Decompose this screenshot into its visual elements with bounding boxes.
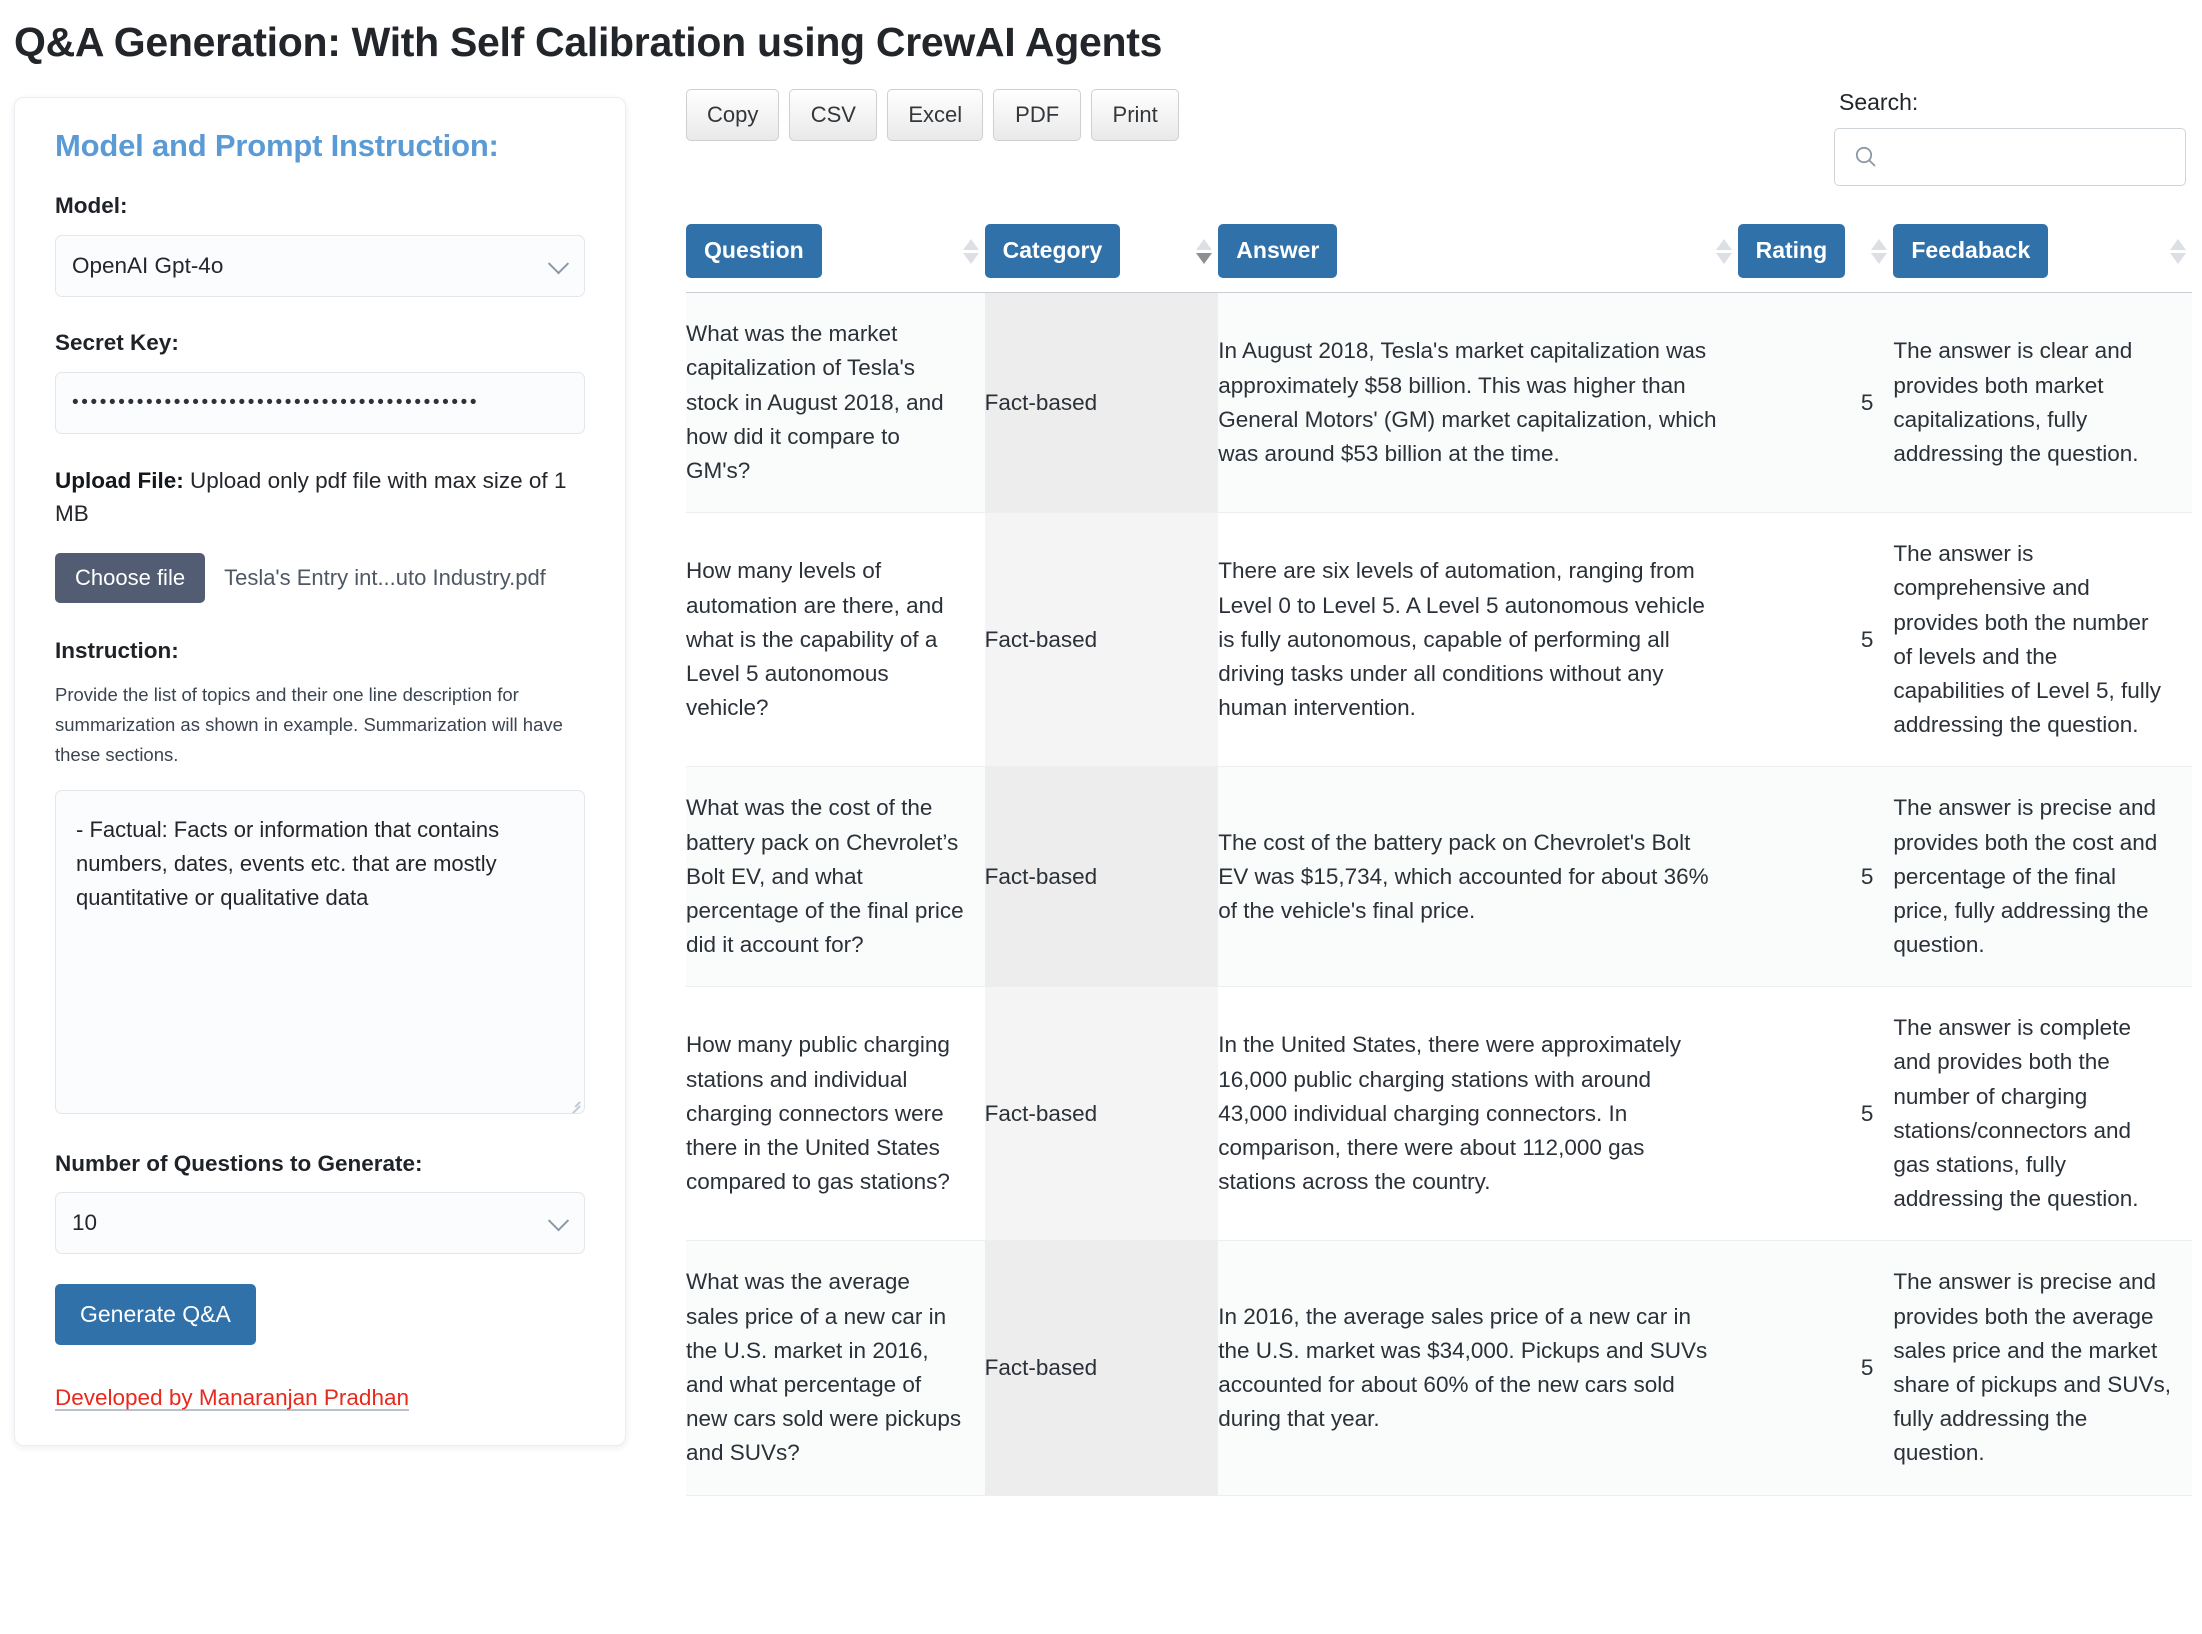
upload-file-label: Upload File: (55, 467, 184, 493)
cell-answer: In the United States, there were approxi… (1218, 986, 1738, 1242)
excel-button[interactable]: Excel (887, 89, 984, 142)
model-label: Model: (55, 193, 128, 219)
sort-arrows-answer-icon[interactable] (1715, 238, 1732, 264)
column-header-feedback[interactable]: Feedaback (1893, 224, 2192, 294)
uploaded-file-name: Tesla's Entry int...uto Industry.pdf (224, 565, 546, 591)
cell-rating: 5 (1737, 766, 1894, 988)
cell-category: Fact-based (984, 986, 1219, 1242)
chevron-down-icon (547, 253, 570, 275)
column-header-rating-label: Rating (1737, 224, 1846, 279)
developer-credit-link[interactable]: Developed by Manaranjan Pradhan (55, 1385, 409, 1411)
instruction-help-text: Provide the list of topics and their one… (55, 683, 563, 765)
number-of-questions-label: Number of Questions to Generate: (55, 1150, 423, 1176)
export-buttons-group: Copy CSV Excel PDF Print (686, 89, 1180, 142)
column-header-category[interactable]: Category (984, 224, 1219, 294)
cell-feedback: The answer is precise and provides both … (1893, 766, 2192, 988)
cell-question: How many public charging stations and in… (686, 986, 985, 1242)
cell-category: Fact-based (984, 1240, 1219, 1496)
column-header-rating[interactable]: Rating (1737, 224, 1894, 294)
cell-category: Fact-based (984, 512, 1219, 768)
sort-arrows-feedback-icon[interactable] (2170, 238, 2186, 264)
cell-category: Fact-based (984, 292, 1219, 514)
column-header-question-label: Question (686, 224, 822, 279)
results-panel: Copy CSV Excel PDF Print Search: Questio… (626, 69, 2202, 1496)
table-header-row: Question Category Answer Rating Feedabac… (686, 224, 2192, 294)
choose-file-button[interactable]: Choose file (55, 553, 206, 604)
secret-key-field[interactable]: ••••••••••••••••••••••••••••••••••••••••… (55, 371, 585, 434)
sort-arrows-category-icon[interactable] (1196, 238, 1213, 264)
cell-rating: 5 (1737, 512, 1894, 768)
generate-qa-button[interactable]: Generate Q&A (55, 1284, 256, 1346)
instruction-textarea[interactable]: - Factual: Facts or information that con… (55, 789, 585, 1114)
table-row: How many levels of automation are there,… (686, 512, 2192, 768)
cell-answer: There are six levels of automation, rang… (1218, 512, 1738, 768)
file-upload-row: Choose file Tesla's Entry int...uto Indu… (55, 553, 585, 604)
table-row: How many public charging stations and in… (686, 986, 2192, 1242)
cell-category: Fact-based (984, 766, 1219, 988)
instruction-textarea-value: - Factual: Facts or information that con… (76, 816, 500, 911)
column-header-answer-label: Answer (1218, 224, 1338, 279)
model-select-value: OpenAI Gpt-4o (72, 252, 224, 278)
table-row: What was the average sales price of a ne… (686, 1240, 2192, 1496)
secret-key-value: ••••••••••••••••••••••••••••••••••••••••… (72, 392, 480, 414)
pdf-button[interactable]: PDF (993, 89, 1082, 142)
number-of-questions-value: 10 (72, 1210, 98, 1236)
cell-answer: The cost of the battery pack on Chevrole… (1218, 766, 1738, 988)
cell-question: What was the average sales price of a ne… (686, 1240, 985, 1496)
resize-handle-icon[interactable] (566, 1095, 580, 1109)
secret-key-label: Secret Key: (55, 329, 179, 355)
page-title: Q&A Generation: With Self Calibration us… (14, 19, 1163, 65)
cell-question: What was the cost of the battery pack on… (686, 766, 985, 988)
table-row: What was the market capitalization of Te… (686, 292, 2192, 514)
table-row: What was the cost of the battery pack on… (686, 766, 2192, 988)
column-header-feedback-label: Feedaback (1893, 224, 2049, 279)
search-area: Search: (1834, 89, 2186, 187)
cell-feedback: The answer is precise and provides both … (1893, 1240, 2192, 1496)
cell-rating: 5 (1737, 1240, 1894, 1496)
cell-question: How many levels of automation are there,… (686, 512, 985, 768)
column-header-answer[interactable]: Answer (1218, 224, 1738, 294)
qa-results-table: Question Category Answer Rating Feedabac… (686, 224, 2192, 1496)
search-icon (1855, 147, 1876, 167)
cell-rating: 5 (1737, 986, 1894, 1242)
page-layout: Model and Prompt Instruction: Model: Ope… (0, 69, 2202, 1496)
table-body: What was the market capitalization of Te… (686, 292, 2192, 1496)
copy-button[interactable]: Copy (686, 89, 780, 142)
card-title: Model and Prompt Instruction: (55, 128, 499, 164)
chevron-down-icon (547, 1210, 570, 1232)
upload-file-description: Upload File: Upload only pdf file with m… (55, 464, 585, 532)
search-label: Search: (1839, 89, 1919, 116)
column-header-category-label: Category (984, 224, 1121, 279)
cell-question: What was the market capitalization of Te… (686, 292, 985, 514)
model-and-prompt-card: Model and Prompt Instruction: Model: Ope… (14, 97, 626, 1447)
cell-answer: In 2016, the average sales price of a ne… (1218, 1240, 1738, 1496)
table-head: Question Category Answer Rating Feedabac… (686, 224, 2192, 294)
print-button[interactable]: Print (1091, 89, 1180, 142)
sort-arrows-question-icon[interactable] (962, 238, 979, 264)
number-of-questions-select[interactable]: 10 (55, 1192, 585, 1255)
csv-button[interactable]: CSV (789, 89, 878, 142)
sort-arrows-rating-icon[interactable] (1871, 238, 1888, 264)
instruction-label: Instruction: (55, 638, 179, 664)
cell-answer: In August 2018, Tesla's market capitaliz… (1218, 292, 1738, 514)
cell-feedback: The answer is complete and provides both… (1893, 986, 2192, 1242)
cell-feedback: The answer is clear and provides both ma… (1893, 292, 2192, 514)
table-toolbar: Copy CSV Excel PDF Print Search: (686, 69, 2192, 187)
column-header-question[interactable]: Question (686, 224, 985, 294)
search-input[interactable] (1887, 144, 2185, 171)
cell-feedback: The answer is comprehensive and provides… (1893, 512, 2192, 768)
cell-rating: 5 (1737, 292, 1894, 514)
search-input-wrapper[interactable] (1834, 128, 2186, 187)
model-select[interactable]: OpenAI Gpt-4o (55, 234, 585, 297)
